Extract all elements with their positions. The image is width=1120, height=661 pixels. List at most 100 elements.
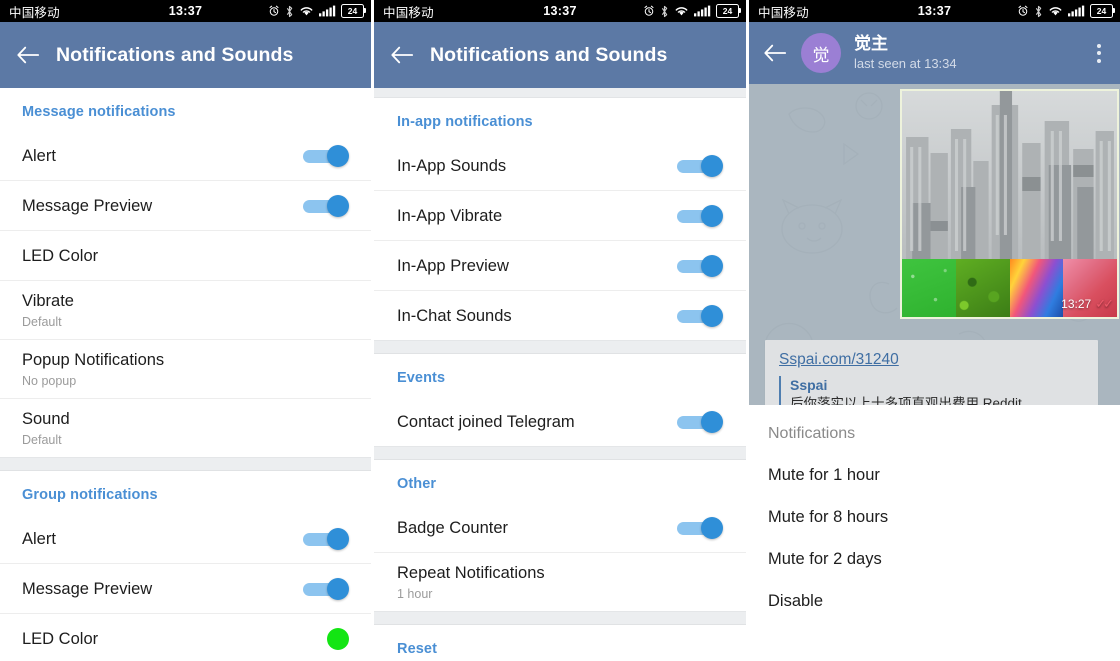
row-in-app-preview[interactable]: In-App Preview (374, 241, 746, 291)
toggle-in-app-vibrate[interactable] (677, 204, 723, 227)
toggle-in-chat-sounds[interactable] (677, 304, 723, 327)
section-header-reset[interactable]: Reset (374, 625, 746, 661)
row-subtitle: 1 hour (397, 586, 433, 601)
row-title: In-Chat Sounds (397, 306, 512, 325)
sheet-item-mute-8-hours[interactable]: Mute for 8 hours (749, 485, 1120, 527)
toggle-in-app-preview[interactable] (677, 254, 723, 277)
back-arrow-icon[interactable] (749, 43, 801, 63)
mute-options-sheet: Notifications Mute for 1 hour Mute for 8… (749, 405, 1120, 661)
row-vibrate[interactable]: Vibrate Default (0, 281, 371, 340)
wifi-icon (1048, 5, 1063, 17)
avatar[interactable]: 觉 (801, 33, 841, 73)
page-title: Notifications and Sounds (56, 43, 294, 66)
row-popup-notifications[interactable]: Popup Notifications No popup (0, 340, 371, 399)
alarm-icon (268, 5, 280, 17)
link-site-name: Sspai (790, 377, 828, 393)
row-message-preview[interactable]: Message Preview (0, 181, 371, 231)
section-divider (0, 457, 371, 471)
sheet-item-disable[interactable]: Disable (749, 569, 1120, 611)
row-title: In-App Vibrate (397, 206, 503, 225)
toggle-alert[interactable] (303, 144, 349, 167)
section-header-group-notifications: Group notifications (22, 487, 158, 503)
row-title: Message Preview (22, 196, 153, 215)
toggle-message-preview[interactable] (303, 194, 349, 217)
app-bar: Notifications and Sounds (0, 22, 371, 88)
chat-app-bar: 觉 觉主 last seen at 13:34 (749, 22, 1120, 84)
section-divider (374, 340, 746, 354)
status-icons: 24 (1017, 4, 1120, 18)
row-sound[interactable]: Sound Default (0, 399, 371, 457)
page-title: Notifications and Sounds (430, 43, 668, 66)
panel-notifications-settings-top: 中国移动 13:37 24 Notifications and Sounds M… (0, 0, 371, 661)
toggle-group-alert[interactable] (303, 527, 349, 550)
signal-icon (694, 5, 711, 17)
contact-status: last seen at 13:34 (854, 56, 957, 72)
bluetooth-icon (285, 5, 294, 18)
row-group-led-color[interactable]: LED Color (0, 614, 371, 661)
settings-list: Message notifications Alert Message Prev… (0, 88, 371, 661)
bluetooth-icon (660, 5, 669, 18)
overflow-menu-icon[interactable] (1082, 43, 1116, 63)
signal-icon (1068, 5, 1085, 17)
row-title: Message Preview (22, 579, 153, 598)
row-contact-joined-telegram[interactable]: Contact joined Telegram (374, 397, 746, 446)
toggle-group-message-preview[interactable] (303, 577, 349, 600)
row-subtitle: Default (22, 314, 62, 329)
battery-icon: 24 (1090, 4, 1116, 18)
three-panel-screenshot: 中国移动 13:37 24 Notifications and Sounds M… (0, 0, 1120, 661)
avatar-initial: 觉 (812, 45, 830, 65)
read-receipt-icon: ✓✓ (1095, 296, 1114, 311)
row-group-message-preview[interactable]: Message Preview (0, 564, 371, 614)
row-title: In-App Preview (397, 256, 509, 275)
row-badge-counter[interactable]: Badge Counter (374, 503, 746, 553)
toggle-badge-counter[interactable] (677, 516, 723, 539)
row-repeat-notifications[interactable]: Repeat Notifications 1 hour (374, 553, 746, 611)
row-title: In-App Sounds (397, 156, 507, 175)
row-title: Sound (22, 409, 70, 428)
photo-city-skyline (902, 91, 1117, 259)
sheet-item-mute-1-hour[interactable]: Mute for 1 hour (749, 443, 1120, 485)
back-arrow-icon[interactable] (0, 45, 56, 65)
row-title: Alert (22, 529, 56, 548)
panel-notifications-settings-bottom: 中国移动 13:37 24 Notifications and Sounds I… (374, 0, 746, 661)
toggle-in-app-sounds[interactable] (677, 154, 723, 177)
status-bar: 中国移动 13:37 24 (374, 0, 746, 22)
row-subtitle: Default (22, 432, 62, 447)
row-group-alert[interactable]: Alert (0, 514, 371, 564)
message-timestamp-group: 13:27 ✓✓ (1061, 296, 1114, 312)
row-in-app-sounds[interactable]: In-App Sounds (374, 141, 746, 191)
toggle-contact-joined-telegram[interactable] (677, 410, 723, 433)
row-in-chat-sounds[interactable]: In-Chat Sounds (374, 291, 746, 340)
status-bar: 中国移动 13:37 24 (749, 0, 1120, 22)
row-in-app-vibrate[interactable]: In-App Vibrate (374, 191, 746, 241)
row-title: LED Color (22, 629, 99, 648)
chat-title-block[interactable]: 觉主 last seen at 13:34 (854, 34, 1082, 71)
row-alert[interactable]: Alert (0, 131, 371, 181)
row-title: Popup Notifications (22, 350, 165, 369)
status-icons: 24 (268, 4, 371, 18)
signal-icon (319, 5, 336, 17)
sheet-title: Notifications (768, 425, 856, 442)
section-header-in-app-notifications: In-app notifications (397, 114, 533, 130)
battery-level: 24 (1096, 5, 1107, 16)
section-header-message-notifications: Message notifications (22, 104, 176, 120)
row-title: Vibrate (22, 291, 74, 310)
section-divider (374, 446, 746, 460)
chat-message-area: 13:27 ✓✓ Sspai.com/31240 Sspai 后你落实以上十多项… (749, 84, 1120, 429)
status-bar: 中国移动 13:37 24 (0, 0, 371, 22)
settings-list: In-app notifications In-App Sounds In-Ap… (374, 98, 746, 661)
row-subtitle: No popup (22, 373, 77, 388)
bluetooth-icon (1034, 5, 1043, 18)
wifi-icon (674, 5, 689, 17)
back-arrow-icon[interactable] (374, 45, 430, 65)
row-title: Badge Counter (397, 518, 508, 537)
photo-message-bubble[interactable]: 13:27 ✓✓ (900, 89, 1119, 319)
section-divider (374, 611, 746, 625)
sheet-item-mute-2-days[interactable]: Mute for 2 days (749, 527, 1120, 569)
row-title: Alert (22, 146, 56, 165)
battery-level: 24 (722, 5, 733, 16)
row-led-color[interactable]: LED Color (0, 231, 371, 281)
led-color-swatch[interactable] (327, 627, 349, 650)
message-time: 13:27 (1061, 297, 1092, 311)
link-url[interactable]: Sspai.com/31240 (779, 351, 899, 369)
